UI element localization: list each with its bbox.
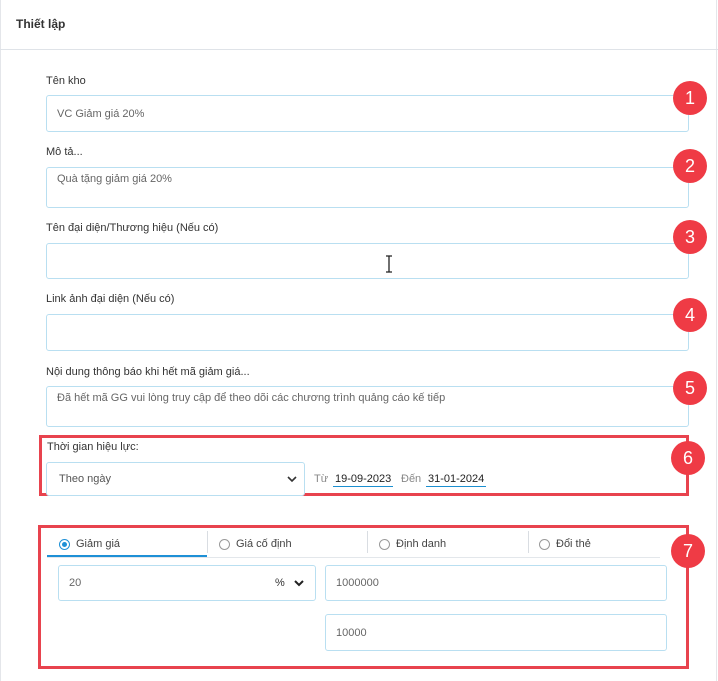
tab-divider <box>367 531 368 553</box>
from-date-input[interactable]: 19-09-2023 <box>333 473 394 487</box>
step-badge-6: 6 <box>671 441 705 475</box>
validity-type-select[interactable]: Theo ngày <box>46 462 305 496</box>
description-label: Mô tả... <box>46 146 83 158</box>
avatar-link-label: Link ảnh đại diện (Nếu có) <box>46 293 175 305</box>
avatar-link-input[interactable] <box>46 314 689 351</box>
max-discount-input[interactable]: 1000000 <box>325 565 667 601</box>
tab-divider <box>207 531 208 553</box>
step-badge-3: 3 <box>673 220 707 254</box>
panel-title: Thiết lập <box>16 17 66 31</box>
validity-label: Thời gian hiệu lực: <box>47 441 139 453</box>
tab-exchange-card-radio[interactable] <box>539 538 550 550</box>
active-tab-indicator <box>47 555 207 557</box>
tab-fixed-price[interactable]: Giá cố định <box>219 531 292 557</box>
description-value: Quà tặng giảm giá 20% <box>57 173 172 185</box>
tab-fixed-price-radio[interactable] <box>219 538 230 550</box>
chevron-down-icon <box>287 476 297 483</box>
min-order-value: 10000 <box>336 626 367 639</box>
out-of-stock-message-label: Nội dung thông báo khi hết mã giảm giá..… <box>46 366 250 378</box>
text-cursor-icon <box>386 255 392 273</box>
tab-discount[interactable]: Giảm giá <box>59 531 120 557</box>
out-of-stock-message-value: Đã hết mã GG vui lòng truy cập để theo d… <box>57 392 446 404</box>
step-badge-4: 4 <box>673 298 707 332</box>
to-label: Đến <box>401 473 422 485</box>
to-date-input[interactable]: 31-01-2024 <box>426 473 487 487</box>
tab-divider <box>528 531 529 553</box>
brand-name-input[interactable] <box>46 243 689 279</box>
step-badge-1: 1 <box>673 81 707 115</box>
step-badge-7: 7 <box>671 534 705 568</box>
tab-identity[interactable]: Định danh <box>379 531 446 557</box>
tab-identity-radio[interactable] <box>379 538 390 550</box>
max-discount-value: 1000000 <box>336 577 379 589</box>
tab-fixed-price-label: Giá cố định <box>236 538 292 550</box>
tab-exchange-card[interactable]: Đổi thẻ <box>539 531 591 557</box>
warehouse-name-input[interactable]: VC Giảm giá 20% <box>46 95 689 132</box>
warehouse-name-value: VC Giảm giá 20% <box>57 107 145 120</box>
validity-type-value: Theo ngày <box>59 473 111 485</box>
description-textarea[interactable]: Quà tặng giảm giá 20% <box>46 167 689 208</box>
brand-name-label: Tên đại diện/Thương hiệu (Nếu có) <box>46 222 219 234</box>
panel-header: Thiết lập <box>0 0 718 50</box>
tab-discount-radio[interactable] <box>59 538 70 550</box>
tab-exchange-card-label: Đổi thẻ <box>556 538 591 550</box>
out-of-stock-message-textarea[interactable]: Đã hết mã GG vui lòng truy cập để theo d… <box>46 386 689 427</box>
discount-percent-value: 20 <box>69 577 82 589</box>
tabs-baseline <box>47 557 660 558</box>
from-label: Từ <box>314 473 329 485</box>
step-badge-5: 5 <box>673 371 707 405</box>
min-order-input[interactable]: 10000 <box>325 614 667 651</box>
warehouse-name-label: Tên kho <box>46 75 86 87</box>
tab-discount-label: Giảm giá <box>76 538 121 550</box>
step-badge-2: 2 <box>673 149 707 183</box>
percent-unit-select[interactable]: % <box>275 577 285 589</box>
tab-identity-label: Định danh <box>396 538 447 550</box>
chevron-down-icon[interactable] <box>293 578 305 588</box>
